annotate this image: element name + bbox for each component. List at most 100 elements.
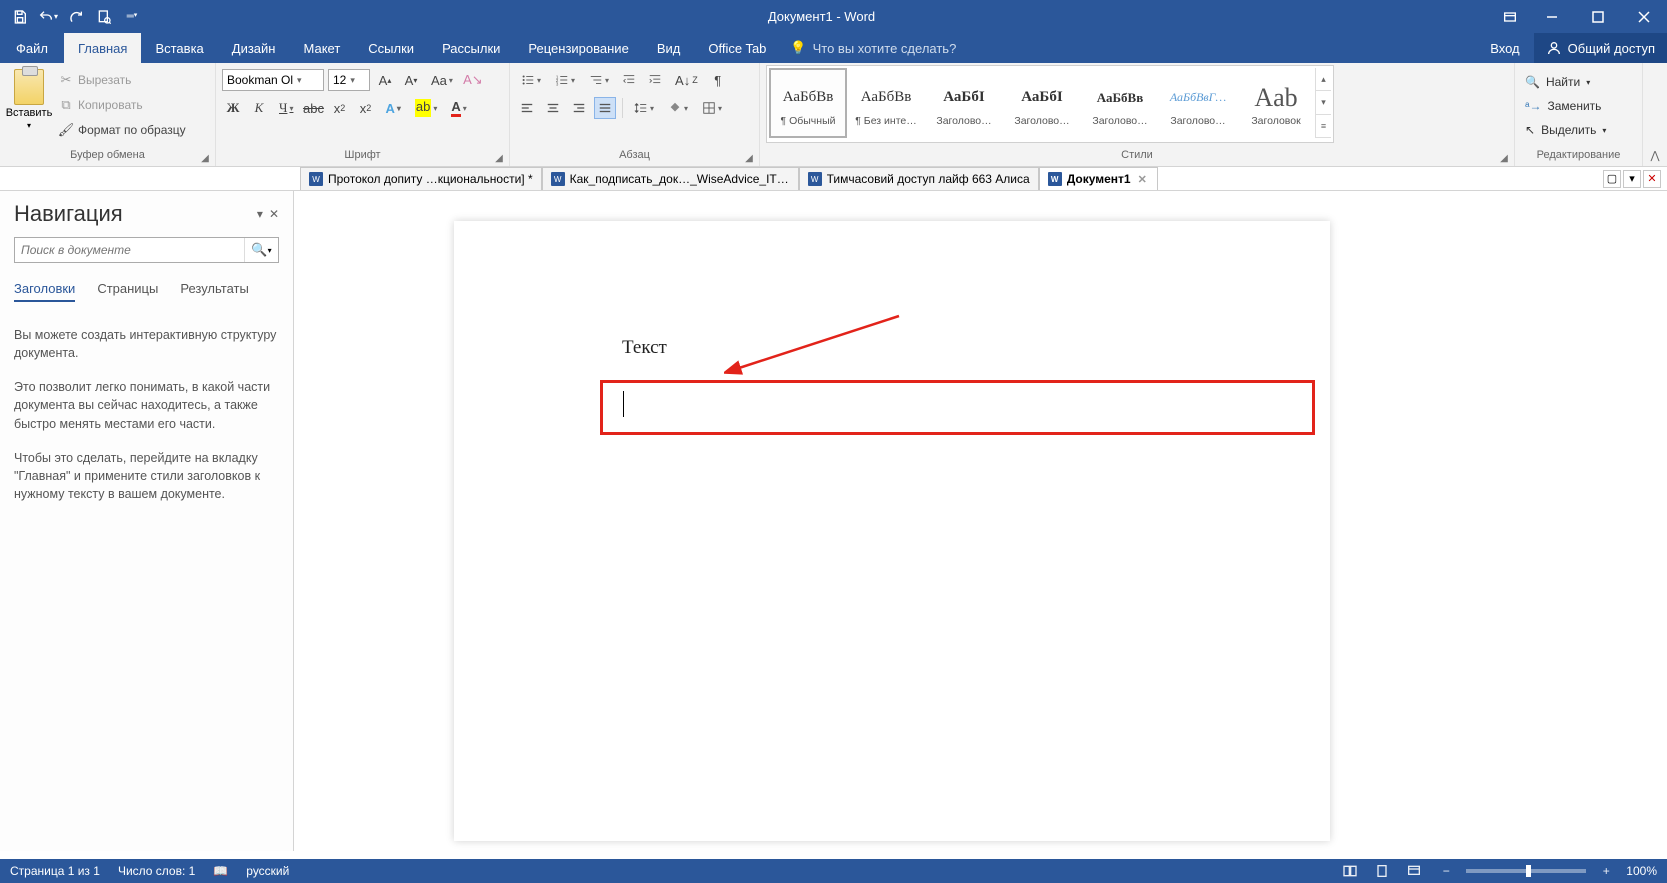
ribbon-options-icon[interactable]	[1491, 0, 1529, 33]
zoom-level[interactable]: 100%	[1626, 864, 1657, 878]
document-tab[interactable]: WТимчасовий доступ лайф 663 Алиса	[799, 167, 1039, 190]
sort-button[interactable]: A↓Z	[670, 69, 703, 91]
dialog-launcher-icon[interactable]: ◢	[1498, 152, 1510, 164]
underline-button[interactable]: Ч▾	[274, 97, 298, 119]
font-size-combo[interactable]: 12▾	[328, 69, 370, 91]
nav-tab-results[interactable]: Результаты	[180, 281, 248, 302]
styles-gallery[interactable]: АаБбВв¶ Обычный АаБбВв¶ Без инте… АаБбІЗ…	[766, 65, 1334, 143]
tab-office-tab[interactable]: Office Tab	[694, 33, 780, 63]
cut-button[interactable]: ✂Вырезать	[56, 69, 188, 91]
borders-button[interactable]: ▾	[697, 97, 727, 119]
nav-tab-headings[interactable]: Заголовки	[14, 281, 75, 302]
bold-button[interactable]: Ж	[222, 97, 244, 119]
share-button[interactable]: Общий доступ	[1534, 33, 1667, 63]
search-icon[interactable]: 🔍▾	[244, 238, 278, 262]
close-all-tabs-icon[interactable]: ✕	[1643, 170, 1661, 188]
read-mode-icon[interactable]	[1338, 861, 1362, 881]
font-name-combo[interactable]: Bookman Ol▾	[222, 69, 324, 91]
page-count[interactable]: Страница 1 из 1	[10, 864, 100, 878]
superscript-button[interactable]: x2	[354, 97, 376, 119]
tab-menu-icon[interactable]: ▾	[1623, 170, 1641, 188]
tab-review[interactable]: Рецензирование	[514, 33, 642, 63]
font-color-button[interactable]: A▾	[446, 97, 471, 119]
tab-design[interactable]: Дизайн	[218, 33, 290, 63]
dialog-launcher-icon[interactable]: ◢	[743, 152, 755, 164]
undo-icon[interactable]: ▾	[36, 5, 60, 29]
tab-view[interactable]: Вид	[643, 33, 695, 63]
redo-icon[interactable]	[64, 5, 88, 29]
scroll-up-icon[interactable]: ▴	[1316, 68, 1331, 91]
print-layout-icon[interactable]	[1370, 861, 1394, 881]
align-right-button[interactable]	[568, 97, 590, 119]
tab-references[interactable]: Ссылки	[354, 33, 428, 63]
text-effects-button[interactable]: A▾	[380, 97, 405, 119]
nav-close-icon[interactable]: ✕	[269, 207, 279, 221]
print-preview-icon[interactable]	[92, 5, 116, 29]
gallery-scroll[interactable]: ▴▾≡	[1315, 68, 1331, 138]
save-icon[interactable]	[8, 5, 32, 29]
strikethrough-button[interactable]: abc	[302, 97, 324, 119]
web-layout-icon[interactable]	[1402, 861, 1426, 881]
navigation-search[interactable]: 🔍▾	[14, 237, 279, 263]
subscript-button[interactable]: x2	[328, 97, 350, 119]
minimize-icon[interactable]	[1529, 0, 1575, 33]
tab-mailings[interactable]: Рассылки	[428, 33, 514, 63]
replace-button[interactable]: ᵃ→Заменить	[1521, 95, 1610, 117]
zoom-in-icon[interactable]: +	[1594, 861, 1618, 881]
zoom-out-icon[interactable]: −	[1434, 861, 1458, 881]
tell-me-search[interactable]: 💡 Что вы хотите сделать?	[780, 33, 966, 63]
document-tab[interactable]: WПротокол допиту …кциональности] *	[300, 167, 542, 190]
change-case-button[interactable]: Aa▾	[426, 69, 458, 91]
select-button[interactable]: ↖Выделить▾	[1521, 119, 1610, 141]
maximize-icon[interactable]	[1575, 0, 1621, 33]
tab-home[interactable]: Главная	[64, 33, 141, 63]
numbering-button[interactable]: 123▾	[550, 69, 580, 91]
style-heading3[interactable]: АаБбВвЗаголово…	[1081, 68, 1159, 138]
find-button[interactable]: 🔍Найти▾	[1521, 71, 1610, 93]
increase-indent-button[interactable]	[644, 69, 666, 91]
grow-font-button[interactable]: A▴	[374, 69, 396, 91]
shrink-font-button[interactable]: A▾	[400, 69, 422, 91]
highlight-button[interactable]: ab▾	[410, 97, 442, 119]
multilevel-list-button[interactable]: ▾	[584, 69, 614, 91]
style-no-spacing[interactable]: АаБбВв¶ Без инте…	[847, 68, 925, 138]
collapse-ribbon-icon[interactable]: ⋀	[1643, 63, 1667, 166]
gallery-expand-icon[interactable]: ≡	[1316, 115, 1331, 138]
show-marks-button[interactable]: ¶	[707, 69, 729, 91]
clear-formatting-button[interactable]: A↘	[462, 69, 484, 91]
bullets-button[interactable]: ▾	[516, 69, 546, 91]
document-tab[interactable]: WКак_подписать_док…_WiseAdvice_IT_ru	[542, 167, 799, 190]
italic-button[interactable]: К	[248, 97, 270, 119]
dialog-launcher-icon[interactable]: ◢	[493, 152, 505, 164]
search-input[interactable]	[15, 238, 244, 262]
style-heading4[interactable]: АаБбВвГ…Заголово…	[1159, 68, 1237, 138]
qat-customize-icon[interactable]: ═▾	[120, 5, 144, 29]
decrease-indent-button[interactable]	[618, 69, 640, 91]
signin-button[interactable]: Вход	[1476, 33, 1533, 63]
spellcheck-icon[interactable]: 📖	[213, 864, 228, 878]
word-count[interactable]: Число слов: 1	[118, 864, 195, 878]
align-justify-button[interactable]	[594, 97, 616, 119]
zoom-slider[interactable]	[1466, 869, 1586, 873]
close-tab-icon[interactable]: ✕	[1136, 173, 1149, 186]
align-left-button[interactable]	[516, 97, 538, 119]
format-painter-button[interactable]: 🖌Формат по образцу	[56, 119, 188, 141]
tab-layout[interactable]: Макет	[289, 33, 354, 63]
copy-button[interactable]: ⧉Копировать	[56, 94, 188, 116]
align-center-button[interactable]	[542, 97, 564, 119]
shading-button[interactable]: ▾	[663, 97, 693, 119]
tab-file[interactable]: Файл	[0, 33, 64, 63]
style-heading2[interactable]: АаБбІЗаголово…	[1003, 68, 1081, 138]
close-icon[interactable]	[1621, 0, 1667, 33]
style-title[interactable]: AabЗаголовок	[1237, 68, 1315, 138]
style-heading1[interactable]: АаБбІЗаголово…	[925, 68, 1003, 138]
tab-insert[interactable]: Вставка	[141, 33, 217, 63]
document-canvas[interactable]: Текст	[294, 191, 1667, 851]
paste-button[interactable]: Вставить▾	[6, 65, 52, 143]
page[interactable]: Текст	[454, 221, 1330, 841]
language-status[interactable]: русский	[246, 864, 289, 878]
new-tab-icon[interactable]: ▢	[1603, 170, 1621, 188]
style-normal[interactable]: АаБбВв¶ Обычный	[769, 68, 847, 138]
dialog-launcher-icon[interactable]: ◢	[199, 152, 211, 164]
nav-dropdown-icon[interactable]: ▾	[257, 207, 263, 221]
